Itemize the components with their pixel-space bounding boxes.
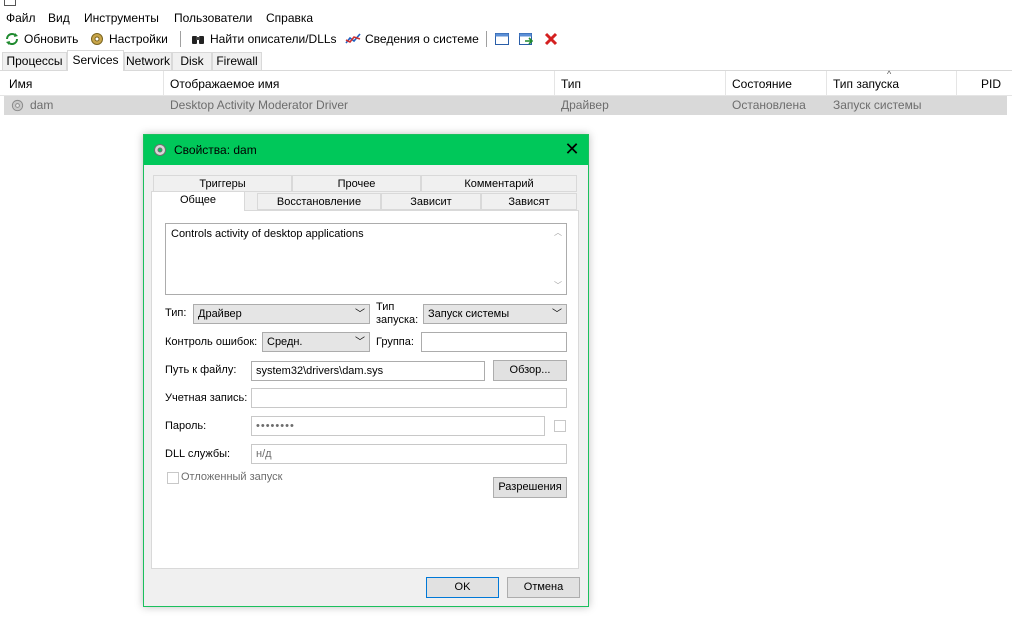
toolbar: Обновить Настройки Найти описатели/DLLs … bbox=[0, 28, 1012, 50]
system-info-label: Сведения о системе bbox=[365, 32, 479, 46]
error-control-label: Контроль ошибок: bbox=[165, 336, 258, 348]
type-label: Тип: bbox=[165, 307, 187, 319]
service-dll-label: DLL службы: bbox=[165, 448, 231, 460]
window-arrow-button[interactable] bbox=[518, 30, 538, 48]
tab-triggers[interactable]: Триггеры bbox=[153, 175, 292, 192]
error-control-select[interactable]: Средн. ﹀ bbox=[262, 332, 370, 352]
browse-button[interactable]: Обзор... bbox=[493, 360, 567, 381]
app-icon bbox=[4, 0, 16, 6]
column-header-type[interactable]: Тип bbox=[555, 71, 726, 95]
description-text: Controls activity of desktop application… bbox=[171, 228, 364, 240]
service-gear-icon bbox=[11, 99, 24, 112]
kill-button[interactable] bbox=[543, 30, 563, 48]
description-textbox[interactable]: Controls activity of desktop application… bbox=[165, 223, 567, 295]
graph-icon bbox=[345, 33, 361, 44]
menu-view[interactable]: Вид bbox=[48, 11, 70, 25]
find-handles-label: Найти описатели/DLLs bbox=[210, 32, 337, 46]
toolbar-separator bbox=[486, 31, 487, 47]
tab-processes[interactable]: Процессы bbox=[2, 52, 67, 70]
tab-dependents[interactable]: Зависят bbox=[481, 193, 577, 210]
cell-start-type: Запуск системы bbox=[833, 98, 922, 112]
chevron-down-icon: ﹀ bbox=[552, 309, 562, 320]
group-input[interactable] bbox=[421, 332, 567, 352]
options-button[interactable]: Настройки bbox=[89, 30, 168, 48]
account-input[interactable] bbox=[251, 388, 567, 408]
group-label: Группа: bbox=[376, 336, 414, 348]
tab-misc[interactable]: Прочее bbox=[292, 175, 421, 192]
delayed-start-label: Отложенный запуск bbox=[181, 471, 283, 483]
type-select[interactable]: Драйвер ﹀ bbox=[193, 304, 370, 324]
column-header-name[interactable]: Имя bbox=[3, 71, 164, 95]
dialog-title-bar[interactable]: Свойства: dam ✕ bbox=[144, 135, 588, 165]
table-row[interactable]: dam Desktop Activity Moderator Driver Др… bbox=[4, 96, 1007, 115]
properties-dialog: Свойства: dam ✕ Триггеры Прочее Коммента… bbox=[143, 134, 589, 607]
cell-type: Драйвер bbox=[561, 98, 609, 112]
toolbar-separator bbox=[180, 31, 181, 47]
column-header-start-type[interactable]: Тип запуска bbox=[827, 71, 957, 95]
ok-button[interactable]: OK bbox=[426, 577, 499, 598]
delayed-start-checkbox[interactable] bbox=[167, 472, 179, 484]
window-title-bar bbox=[0, 0, 1012, 6]
close-icon[interactable]: ✕ bbox=[562, 140, 582, 160]
menu-tools[interactable]: Инструменты bbox=[84, 11, 159, 25]
find-handles-button[interactable]: Найти описатели/DLLs bbox=[190, 30, 337, 48]
refresh-label: Обновить bbox=[24, 32, 79, 46]
column-header-display-name[interactable]: Отображаемое имя bbox=[164, 71, 555, 95]
window-view-button[interactable] bbox=[494, 30, 514, 48]
gear-icon bbox=[154, 144, 166, 156]
description-scrollbar[interactable]: ︿ ﹀ bbox=[552, 227, 564, 291]
column-header-pid[interactable]: PID bbox=[957, 71, 1007, 95]
options-label: Настройки bbox=[109, 32, 168, 46]
tab-general[interactable]: Общее bbox=[151, 191, 245, 211]
permissions-button[interactable]: Разрешения bbox=[493, 477, 567, 498]
tab-services[interactable]: Services bbox=[67, 50, 124, 71]
error-control-value: Средн. bbox=[267, 336, 303, 348]
start-type-select-value: Запуск системы bbox=[428, 308, 510, 320]
refresh-icon bbox=[6, 33, 18, 45]
tab-comment[interactable]: Комментарий bbox=[421, 175, 577, 192]
window-arrow-icon bbox=[519, 33, 534, 45]
binoculars-icon bbox=[192, 36, 204, 44]
cell-display-name: Desktop Activity Moderator Driver bbox=[170, 98, 349, 112]
column-header-status[interactable]: Состояние bbox=[726, 71, 827, 95]
show-password-checkbox[interactable] bbox=[554, 420, 566, 432]
start-type-select[interactable]: Запуск системы ﹀ bbox=[423, 304, 567, 324]
sort-ascending-icon: ^ bbox=[887, 69, 892, 79]
refresh-button[interactable]: Обновить bbox=[4, 30, 78, 48]
tab-disk[interactable]: Disk bbox=[172, 52, 212, 70]
cancel-button[interactable]: Отмена bbox=[507, 577, 580, 598]
menu-bar: Файл Вид Инструменты Пользователи Справк… bbox=[0, 8, 1012, 28]
cell-status: Остановлена bbox=[732, 98, 806, 112]
window-icon bbox=[495, 33, 509, 45]
scroll-down-icon: ﹀ bbox=[554, 281, 562, 290]
service-dll-input[interactable]: н/д bbox=[251, 444, 567, 464]
start-type-label-2: запуска: bbox=[376, 314, 419, 326]
tab-dependencies[interactable]: Зависит bbox=[381, 193, 481, 210]
close-x-icon bbox=[544, 32, 558, 46]
system-info-button[interactable]: Сведения о системе bbox=[345, 30, 479, 48]
file-path-input[interactable]: system32\drivers\dam.sys bbox=[251, 361, 485, 381]
dialog-title: Свойства: dam bbox=[174, 143, 257, 157]
start-type-label: Тип bbox=[376, 301, 395, 313]
account-label: Учетная запись: bbox=[165, 392, 248, 404]
password-input[interactable]: •••••••• bbox=[251, 416, 545, 436]
tab-network[interactable]: Network bbox=[124, 52, 172, 70]
chevron-down-icon: ﹀ bbox=[355, 309, 365, 320]
file-path-label: Путь к файлу: bbox=[165, 364, 237, 376]
scroll-up-icon: ︿ bbox=[554, 228, 562, 237]
main-tabs: Процессы Services Network Disk Firewall bbox=[0, 50, 1012, 71]
type-select-value: Драйвер bbox=[198, 308, 242, 320]
password-label: Пароль: bbox=[165, 420, 207, 432]
menu-file[interactable]: Файл bbox=[6, 11, 36, 25]
cell-name: dam bbox=[30, 98, 54, 112]
menu-users[interactable]: Пользователи bbox=[174, 11, 252, 25]
chevron-down-icon: ﹀ bbox=[355, 337, 365, 348]
menu-help[interactable]: Справка bbox=[266, 11, 313, 25]
services-list-header: Имя Отображаемое имя Тип Состояние Тип з… bbox=[0, 71, 1012, 96]
gear-icon bbox=[91, 33, 103, 45]
tab-recovery[interactable]: Восстановление bbox=[257, 193, 381, 210]
tab-firewall[interactable]: Firewall bbox=[212, 52, 262, 70]
